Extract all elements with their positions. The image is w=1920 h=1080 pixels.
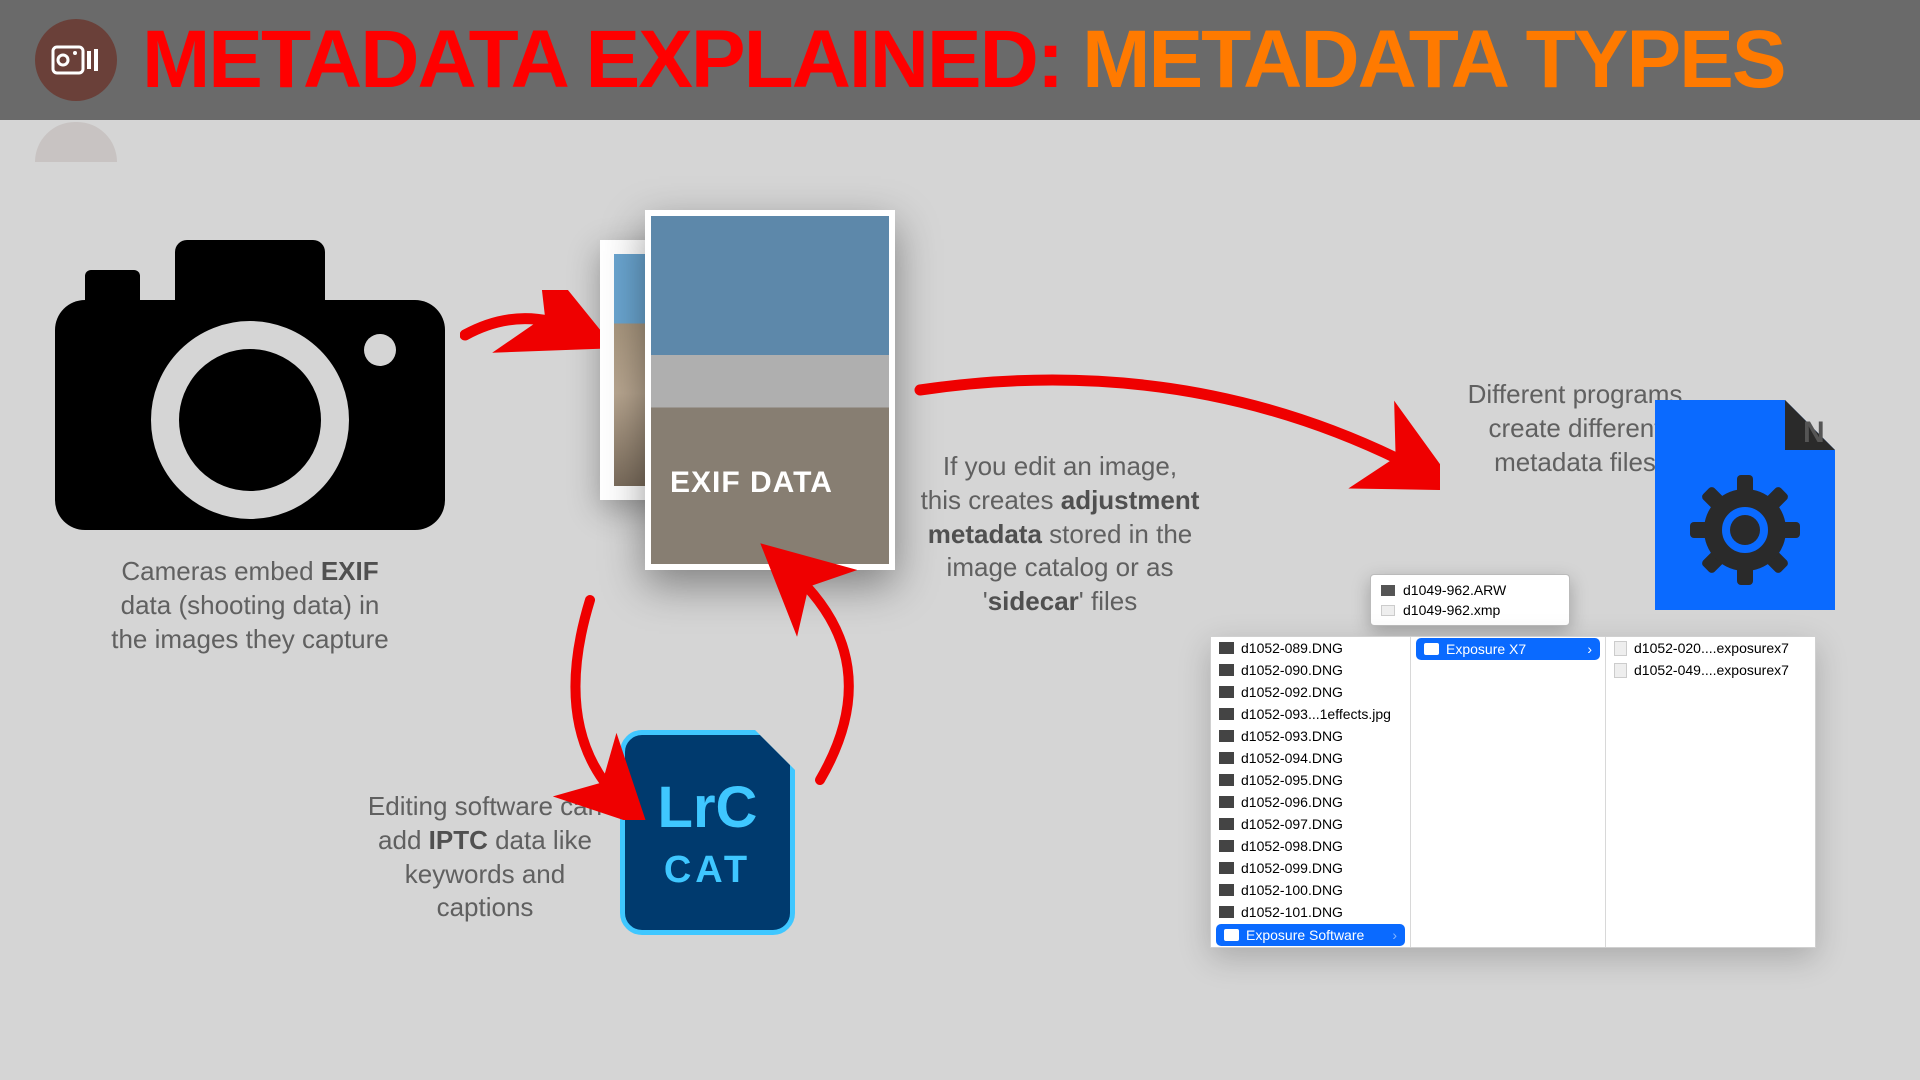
folder-row-selected: Exposure Software› bbox=[1216, 924, 1405, 946]
photo-front: EXIF DATA bbox=[645, 210, 895, 570]
finder-columns: d1052-089.DNG d1052-090.DNG d1052-092.DN… bbox=[1210, 636, 1816, 948]
arrow-camera-to-photo bbox=[460, 290, 600, 370]
on1-settings-file-icon: N bbox=[1655, 400, 1835, 610]
file-row: d1052-092.DNG bbox=[1211, 681, 1410, 703]
caption-camera: Cameras embed EXIF data (shooting data) … bbox=[105, 555, 395, 656]
arrow-photo-lrc-cycle bbox=[550, 530, 890, 820]
finder-col-1: d1052-089.DNG d1052-090.DNG d1052-092.DN… bbox=[1211, 637, 1411, 947]
logo-icon bbox=[35, 19, 117, 101]
file-row: d1052-096.DNG bbox=[1211, 791, 1410, 813]
file-row: d1052-020....exposurex7 bbox=[1606, 637, 1815, 659]
popup-row-arw: d1049-962.ARW bbox=[1371, 580, 1569, 600]
folder-row-selected: Exposure X7› bbox=[1416, 638, 1600, 660]
lrc-text-2: CAT bbox=[664, 849, 751, 892]
title-part2: METADATA TYPES bbox=[1082, 13, 1784, 107]
file-row: d1052-093...1effects.jpg bbox=[1211, 703, 1410, 725]
file-row: d1052-090.DNG bbox=[1211, 659, 1410, 681]
logo-reflection bbox=[35, 122, 117, 162]
svg-text:N: N bbox=[1803, 416, 1825, 449]
file-row: d1052-101.DNG bbox=[1211, 901, 1410, 923]
file-row: d1052-094.DNG bbox=[1211, 747, 1410, 769]
finder-col-2: Exposure X7› bbox=[1411, 637, 1606, 947]
file-row: d1052-097.DNG bbox=[1211, 813, 1410, 835]
file-row: d1052-100.DNG bbox=[1211, 879, 1410, 901]
sidecar-file-popup: d1049-962.ARW d1049-962.xmp bbox=[1370, 574, 1570, 626]
file-row: d1052-099.DNG bbox=[1211, 857, 1410, 879]
arrow-photo-to-files bbox=[910, 370, 1440, 490]
file-row: d1052-093.DNG bbox=[1211, 725, 1410, 747]
popup-row-xmp: d1049-962.xmp bbox=[1371, 600, 1569, 620]
title-part1: METADATA EXPLAINED: bbox=[142, 13, 1062, 107]
file-row: d1052-095.DNG bbox=[1211, 769, 1410, 791]
finder-col-3: d1052-020....exposurex7 d1052-049....exp… bbox=[1606, 637, 1815, 947]
file-row: d1052-089.DNG bbox=[1211, 637, 1410, 659]
exif-data-label: EXIF DATA bbox=[670, 466, 833, 500]
file-row: d1052-098.DNG bbox=[1211, 835, 1410, 857]
file-row: d1052-049....exposurex7 bbox=[1606, 659, 1815, 681]
header-bar: METADATA EXPLAINED: METADATA TYPES bbox=[0, 0, 1920, 120]
camera-icon bbox=[55, 240, 445, 535]
